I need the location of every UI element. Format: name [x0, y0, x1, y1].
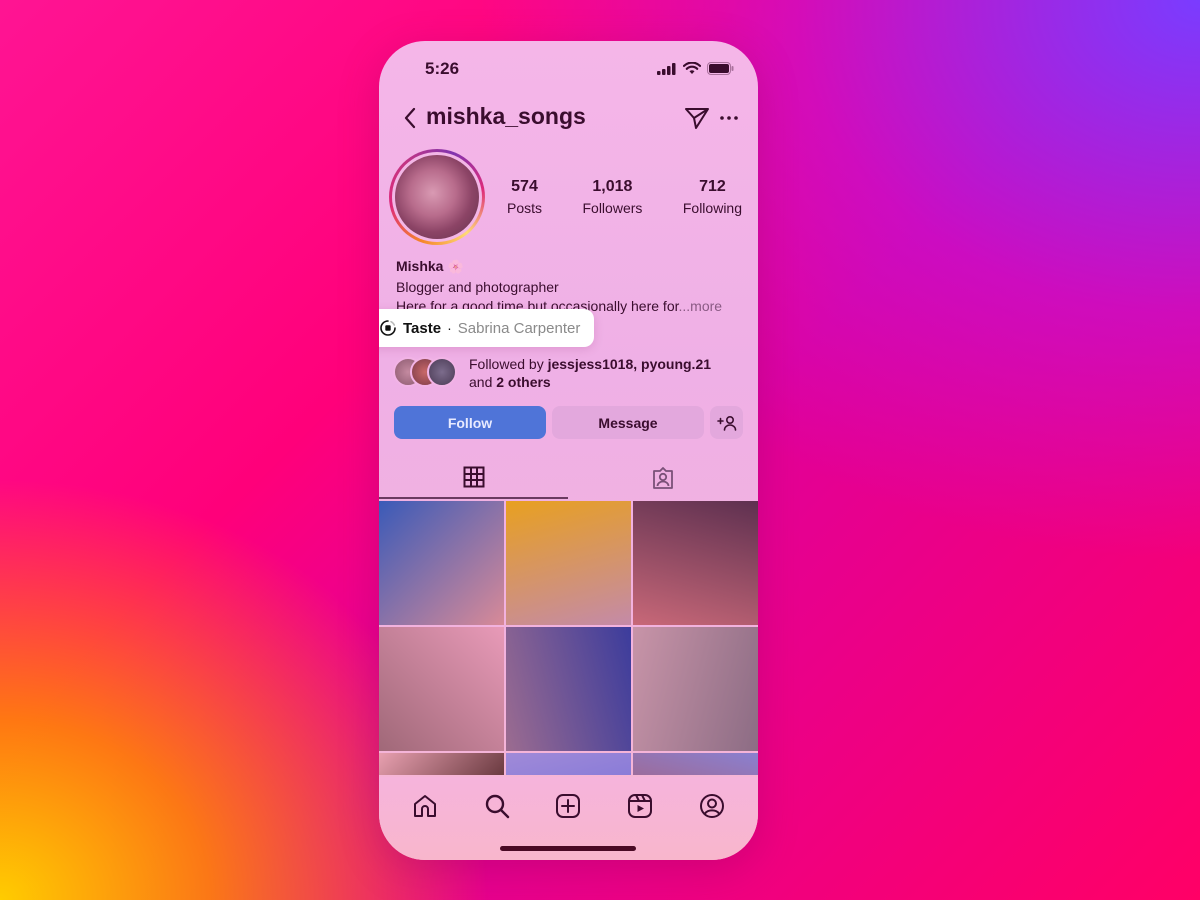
grid-post[interactable] [379, 501, 504, 625]
stat-value: 712 [699, 178, 726, 195]
mutual-avatars [393, 357, 459, 389]
wifi-icon [683, 62, 701, 74]
status-time: 5:26 [425, 59, 460, 78]
tab-tagged[interactable] [568, 457, 757, 499]
reels-icon [628, 794, 653, 818]
followed-and: and [469, 374, 497, 390]
follow-button[interactable]: Follow [394, 406, 546, 439]
phone-screen: 5:26 mishka_songs 574 Posts 1,018 Follower… [379, 41, 758, 860]
nav-profile[interactable] [696, 790, 728, 822]
posts-grid [379, 501, 758, 775]
stat-label: Followers [582, 200, 643, 216]
nav-create[interactable] [552, 790, 584, 822]
stat-label: Posts [507, 200, 543, 216]
nav-home[interactable] [409, 790, 441, 822]
battery-icon [707, 62, 734, 75]
bio-line-1: Blogger and photographer [396, 279, 559, 295]
grid-icon [463, 466, 484, 488]
followed-by[interactable]: Followed by jessjess1018, pyoung.21 and … [393, 355, 748, 391]
mutual-avatar [427, 357, 457, 387]
flower-emoji-icon: 🌸 [447, 259, 464, 274]
bio-more-link[interactable]: ...more [679, 298, 723, 314]
stat-following[interactable]: 712 Following [683, 178, 742, 216]
grid-post[interactable] [633, 753, 758, 775]
profile-actions: Follow Message [394, 406, 743, 439]
message-button[interactable]: Message [552, 406, 704, 439]
profile-icon [700, 794, 725, 818]
grid-post[interactable] [506, 753, 631, 775]
paper-plane-icon[interactable] [684, 106, 710, 130]
create-icon [556, 794, 581, 818]
profile-header: mishka_songs [379, 103, 758, 133]
avatar-photo [395, 155, 479, 239]
ellipsis-icon[interactable] [718, 106, 740, 130]
nav-reels[interactable] [624, 790, 656, 822]
taste-separator: · [447, 320, 452, 336]
taste-label: Taste [403, 319, 442, 337]
tagged-person-icon [652, 467, 673, 489]
home-indicator[interactable] [500, 846, 636, 851]
tab-grid[interactable] [379, 457, 568, 499]
home-icon [413, 795, 436, 817]
bottom-nav [379, 777, 758, 860]
grid-post[interactable] [379, 627, 504, 751]
signal-icon [657, 62, 676, 75]
stat-posts[interactable]: 574 Posts [507, 178, 542, 216]
taste-music-pill[interactable]: Taste · Sabrina Carpenter [379, 309, 595, 347]
grid-post[interactable] [633, 627, 758, 751]
profile-tabs [379, 457, 758, 499]
add-person-icon [716, 415, 736, 431]
grid-post[interactable] [633, 501, 758, 625]
music-spinner-icon [380, 320, 396, 336]
display-name: Mishka [396, 258, 444, 274]
followed-prefix: Followed by [469, 356, 548, 372]
followed-names: jessjess1018, pyoung.21 [547, 356, 712, 372]
grid-post[interactable] [506, 627, 631, 751]
nav-search[interactable] [481, 790, 513, 822]
status-bar: 5:26 [379, 59, 758, 81]
grid-post[interactable] [506, 501, 631, 625]
grid-post[interactable] [379, 753, 504, 775]
taste-artist: Sabrina Carpenter [457, 319, 581, 337]
profile-stats: 574 Posts 1,018 Followers 712 Following [507, 178, 742, 216]
chevron-left-icon[interactable] [399, 105, 423, 131]
stat-value: 1,018 [592, 178, 633, 195]
search-icon [485, 794, 509, 819]
profile-bio: Mishka 🌸 Blogger and photographer Here fo… [396, 257, 740, 316]
stat-value: 574 [511, 178, 538, 195]
stat-label: Following [682, 200, 742, 216]
suggested-users-button[interactable] [710, 406, 743, 439]
profile-avatar[interactable] [389, 149, 485, 245]
followed-others: 2 others [496, 374, 551, 390]
stat-followers[interactable]: 1,018 Followers [582, 178, 642, 216]
profile-username: mishka_songs [426, 103, 586, 129]
